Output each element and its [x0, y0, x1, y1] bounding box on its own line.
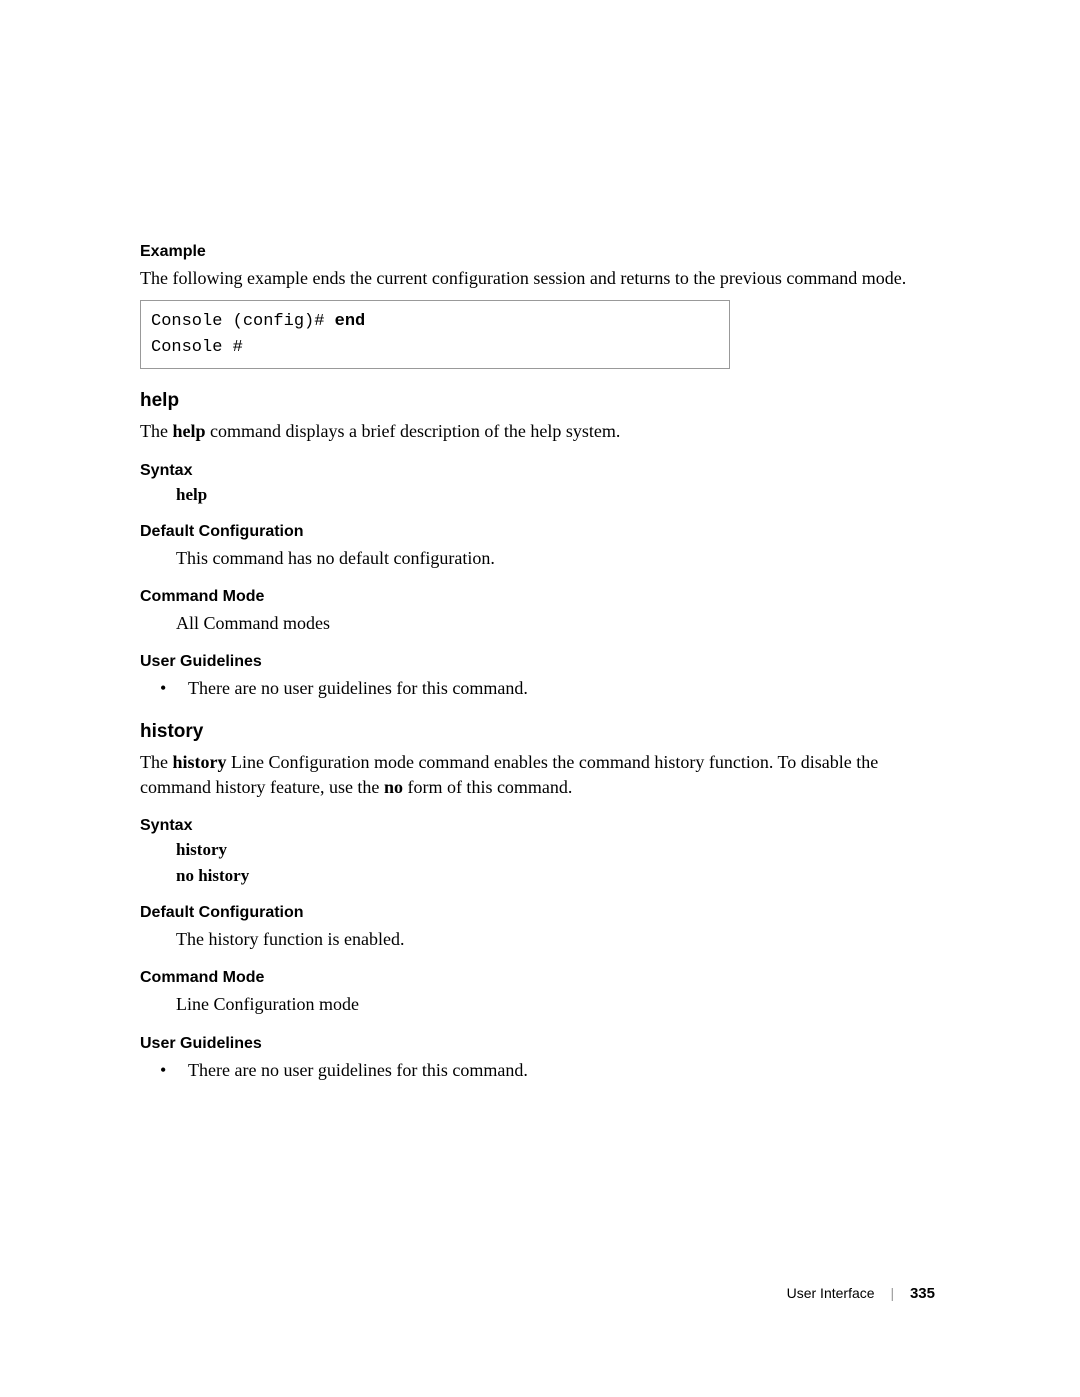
history-intro-bold2: no	[384, 777, 403, 797]
history-mode-heading: Command Mode	[140, 969, 940, 987]
history-guidelines-list: There are no user guidelines for this co…	[160, 1058, 940, 1082]
history-mode-text: Line Configuration mode	[176, 992, 940, 1016]
history-intro-bold1: history	[172, 752, 226, 772]
code-line-1: Console (config)# end	[151, 309, 719, 335]
history-intro-pre: The	[140, 752, 172, 772]
help-default-text: This command has no default configuratio…	[176, 546, 940, 570]
help-guidelines-heading: User Guidelines	[140, 653, 940, 671]
help-guidelines-list: There are no user guidelines for this co…	[160, 676, 940, 700]
history-default-text: The history function is enabled.	[176, 927, 940, 951]
history-syntax-heading: Syntax	[140, 817, 940, 835]
history-default-heading: Default Configuration	[140, 904, 940, 922]
example-heading: Example	[140, 243, 940, 261]
help-syntax-item: help	[176, 485, 940, 505]
example-code-block: Console (config)# end Console #	[140, 300, 730, 369]
help-mode-text: All Command modes	[176, 611, 940, 635]
page-footer: User Interface | 335	[787, 1285, 935, 1302]
help-intro-post: command displays a brief description of …	[206, 421, 621, 441]
list-item: There are no user guidelines for this co…	[160, 1058, 940, 1082]
history-heading: history	[140, 721, 940, 743]
history-syntax-item-1: history	[176, 840, 940, 860]
help-heading: help	[140, 390, 940, 412]
list-item: There are no user guidelines for this co…	[160, 676, 940, 700]
help-intro-pre: The	[140, 421, 172, 441]
history-guidelines-heading: User Guidelines	[140, 1035, 940, 1053]
footer-page-number: 335	[910, 1285, 935, 1302]
help-intro-bold: help	[172, 421, 205, 441]
code-prefix: Console (config)#	[151, 312, 335, 331]
footer-section: User Interface	[787, 1285, 875, 1301]
help-intro: The help command displays a brief descri…	[140, 419, 940, 443]
history-intro-post: form of this command.	[403, 777, 572, 797]
code-line-2: Console #	[151, 335, 719, 361]
help-default-heading: Default Configuration	[140, 523, 940, 541]
history-intro: The history Line Configuration mode comm…	[140, 750, 940, 799]
footer-separator: |	[890, 1285, 894, 1301]
help-syntax-heading: Syntax	[140, 462, 940, 480]
help-mode-heading: Command Mode	[140, 588, 940, 606]
example-description: The following example ends the current c…	[140, 266, 940, 290]
code-command: end	[335, 312, 366, 331]
history-syntax-item-2: no history	[176, 866, 940, 886]
